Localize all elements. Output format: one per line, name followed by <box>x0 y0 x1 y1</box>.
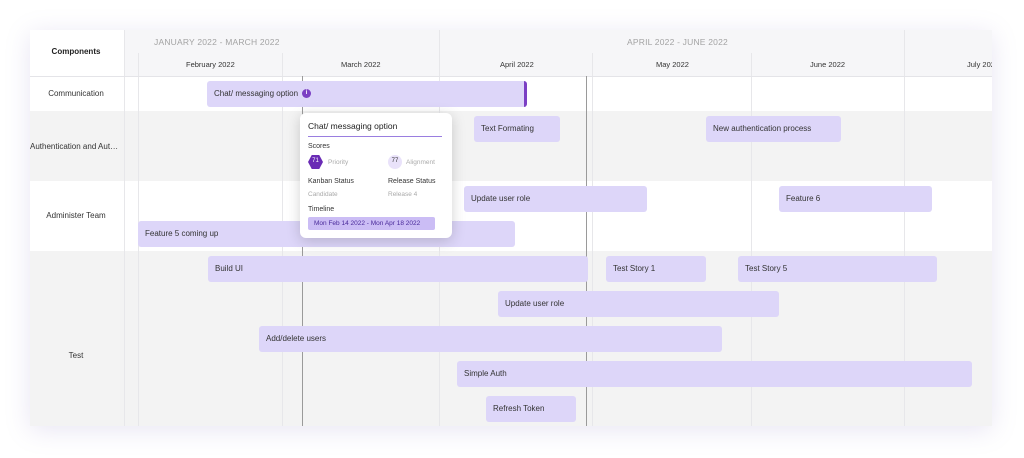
header-divider <box>30 76 992 77</box>
bar-feature-6[interactable]: Feature 6 <box>779 186 932 212</box>
component-label-communication: Communication <box>48 89 104 98</box>
release-status-label: Release Status <box>388 178 436 185</box>
bar-build-ui[interactable]: Build UI <box>208 256 588 282</box>
bar-label: Test Story 1 <box>613 264 656 273</box>
bar-add-delete-users[interactable]: Add/delete users <box>259 326 722 352</box>
bar-label: Feature 6 <box>786 194 821 203</box>
timeline-label: Timeline <box>308 206 335 213</box>
alignment-score-value: 77 <box>391 158 399 164</box>
roadmap-panel: Components JANUARY 2022 - MARCH 2022 APR… <box>30 30 992 426</box>
scores-label: Scores <box>308 143 330 150</box>
bar-test-story-5[interactable]: Test Story 5 <box>738 256 937 282</box>
quarter-label-q1: JANUARY 2022 - MARCH 2022 <box>154 37 280 47</box>
bar-update-user-role[interactable]: Update user role <box>464 186 647 212</box>
bar-update-user-role-2[interactable]: Update user role <box>498 291 779 317</box>
bar-simple-auth[interactable]: Simple Auth <box>457 361 972 387</box>
component-label-test: Test <box>68 351 84 360</box>
priority-score-value: 71 <box>312 158 319 164</box>
bar-label: Refresh Token <box>493 404 545 413</box>
bar-label: Update user role <box>471 194 531 203</box>
bar-refresh-token[interactable]: Refresh Token <box>486 396 576 422</box>
bar-test-story-1[interactable]: Test Story 1 <box>606 256 706 282</box>
bar-label: Simple Auth <box>464 369 507 378</box>
month-label-jul: July 2022 <box>967 60 992 69</box>
bar-label: Add/delete users <box>266 334 327 343</box>
info-icon[interactable]: i <box>302 89 312 99</box>
feature-details-popup: Chat/ messaging option Scores 71 Priorit… <box>300 113 452 238</box>
bar-label: Test Story 5 <box>745 264 788 273</box>
bar-label: Chat/ messaging option <box>214 89 299 98</box>
bar-chat-messaging[interactable]: Chat/ messaging option i <box>207 81 527 107</box>
bar-label: Build UI <box>215 264 244 273</box>
kanban-status-label: Kanban Status <box>308 178 354 185</box>
components-header: Components <box>51 47 101 56</box>
kanban-status-value: Candidate <box>308 191 338 198</box>
alignment-label: Alignment <box>406 159 435 166</box>
popup-title: Chat/ messaging option <box>308 121 398 131</box>
bar-new-authentication[interactable]: New authentication process <box>706 116 841 142</box>
grid-line <box>124 30 125 426</box>
month-label-may: May 2022 <box>656 60 689 69</box>
bar-text-formating[interactable]: Text Formating <box>474 116 560 142</box>
bar-label: Update user role <box>505 299 565 308</box>
month-label-mar: March 2022 <box>341 60 381 69</box>
month-label-jun: June 2022 <box>810 60 846 69</box>
month-label-feb: February 2022 <box>186 60 235 69</box>
priority-label: Priority <box>328 159 349 166</box>
bar-label: Feature 5 coming up <box>145 229 219 238</box>
popup-title-underline <box>308 136 442 137</box>
component-label-administer: Administer Team <box>46 211 106 220</box>
timeline-value: Mon Feb 14 2022 - Mon Apr 18 2022 <box>314 220 421 227</box>
bar-label: New authentication process <box>713 124 812 133</box>
quarter-label-q2: APRIL 2022 - JUNE 2022 <box>627 37 728 47</box>
month-header-row <box>124 53 992 76</box>
component-label-authentication: Authentication and Authorization <box>30 142 122 151</box>
month-label-apr: April 2022 <box>500 60 534 69</box>
bar-label: Text Formating <box>481 124 534 133</box>
release-status-value: Release 4 <box>388 191 418 198</box>
